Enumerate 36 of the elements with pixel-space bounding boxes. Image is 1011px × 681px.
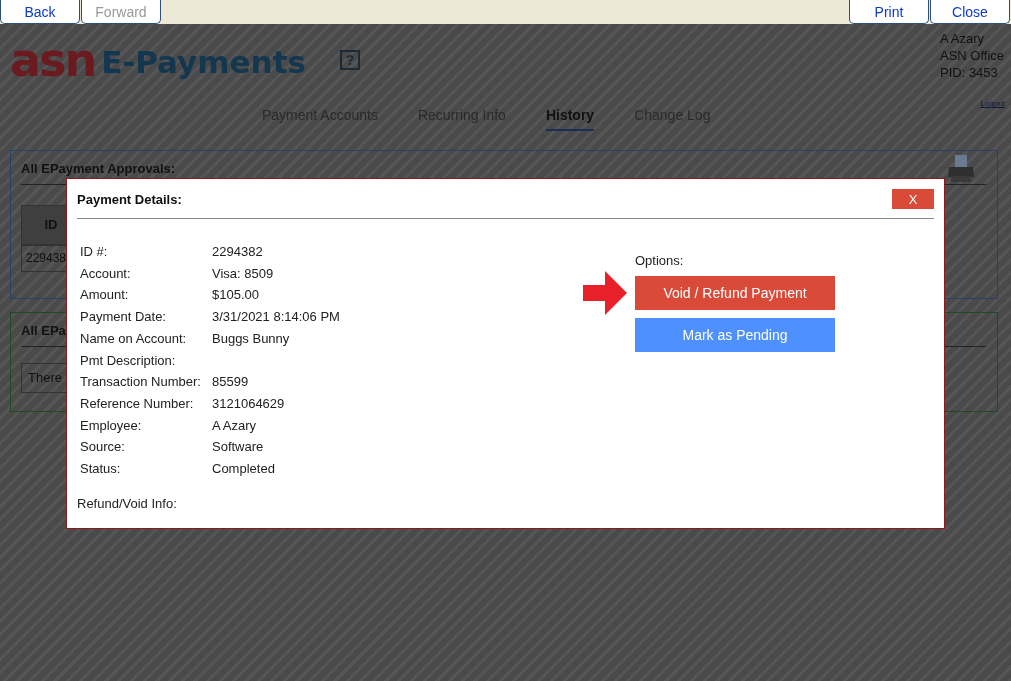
user-info: PID: 3453 xyxy=(940,64,999,81)
field-label: Status: xyxy=(80,460,122,478)
field-value: A Azary xyxy=(212,416,258,434)
nav-button[interactable]: Close xyxy=(930,0,1010,24)
logout-link[interactable]: Logout xyxy=(980,99,1005,108)
field-value: $105.00 xyxy=(212,286,260,304)
dialog-title: Payment Details: xyxy=(77,191,182,207)
field-value: Buggs Bunny xyxy=(212,329,291,347)
printer-icon[interactable] xyxy=(947,154,975,184)
option-button[interactable]: Void / Refund Payment xyxy=(635,276,835,310)
dialog-x-button[interactable]: X xyxy=(892,189,934,209)
refund-info-label: Refund/Void Info: xyxy=(77,496,177,511)
nav-button[interactable]: Back xyxy=(0,0,80,24)
field-value: 85599 xyxy=(212,373,250,391)
help-button[interactable]: ? xyxy=(339,49,360,70)
field-label: Employee: xyxy=(80,416,143,434)
user-info: A Azary xyxy=(940,30,986,47)
field-value: 3121064629 xyxy=(212,394,286,413)
pointer-arrow-icon xyxy=(583,271,627,315)
nav-button[interactable]: Print xyxy=(849,0,929,24)
options-label: Options: xyxy=(635,253,685,268)
field-value: Software xyxy=(212,438,265,456)
field-value: Completed xyxy=(212,460,276,478)
field-label: Source: xyxy=(80,438,126,456)
field-label: Payment Date: xyxy=(80,308,167,326)
field-label: Reference Number: xyxy=(80,394,195,413)
field-value: 2294382 xyxy=(212,243,264,261)
tab[interactable]: History xyxy=(545,107,595,131)
logo-mark: asn xyxy=(10,36,96,83)
option-button[interactable]: Mark as Pending xyxy=(635,318,835,352)
field-value: Visa: 8509 xyxy=(212,264,275,282)
user-info: ASN Office xyxy=(940,47,1005,64)
field-label: Name on Account: xyxy=(80,329,188,347)
field-label: Amount: xyxy=(80,286,130,304)
logo-text: E-Payments xyxy=(101,47,306,78)
field-value: 3/31/2021 8:14:06 PM xyxy=(212,308,341,326)
